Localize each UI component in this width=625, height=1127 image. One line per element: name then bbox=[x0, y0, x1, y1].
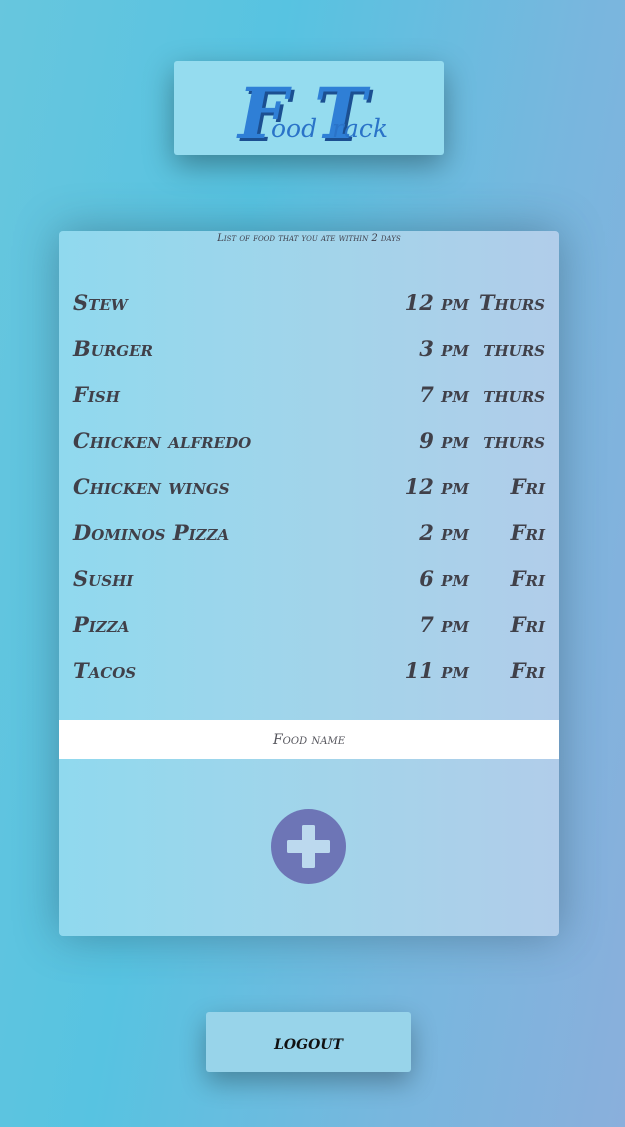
food-list-item: Burger 3 pm thurs bbox=[73, 332, 545, 378]
food-name: Tacos bbox=[73, 658, 137, 683]
logo-word1-rest: ood bbox=[271, 114, 317, 143]
food-time: 2 pm bbox=[419, 520, 469, 545]
food-time: 6 pm bbox=[419, 566, 469, 591]
food-list-item: Sushi 6 pm Fri bbox=[73, 562, 545, 608]
add-food-button[interactable] bbox=[271, 809, 346, 884]
food-list: Stew 12 pm Thurs Burger 3 pm thurs Fish 7 pm thu… bbox=[73, 286, 545, 700]
food-time: 12 pm bbox=[404, 290, 469, 315]
food-day: thurs bbox=[483, 382, 545, 407]
plus-icon bbox=[287, 825, 330, 868]
food-list-item: Fish 7 pm thurs bbox=[73, 378, 545, 424]
food-list-item: Pizza 7 pm Fri bbox=[73, 608, 545, 654]
food-name-input[interactable] bbox=[59, 720, 559, 759]
logout-button[interactable]: logout bbox=[206, 1012, 411, 1072]
food-name: Burger bbox=[73, 336, 154, 361]
food-name: Fish bbox=[73, 382, 120, 407]
food-name: Stew bbox=[73, 290, 128, 315]
food-list-item: Tacos 11 pm Fri bbox=[73, 654, 545, 700]
food-time: 12 pm bbox=[404, 474, 469, 499]
list-caption: List of food that you ate within 2 days bbox=[217, 233, 401, 244]
food-name: Pizza bbox=[73, 612, 130, 637]
food-time: 7 pm bbox=[419, 612, 469, 637]
food-list-card: List of food that you ate within 2 days … bbox=[59, 231, 559, 936]
food-day: Fri bbox=[510, 658, 545, 683]
app-logo: F F ood T T rack bbox=[174, 61, 444, 155]
food-day: Thurs bbox=[478, 290, 545, 315]
food-day: thurs bbox=[483, 428, 545, 453]
food-day: Fri bbox=[510, 474, 545, 499]
food-time: 7 pm bbox=[419, 382, 469, 407]
food-list-item: Dominos Pizza 2 pm Fri bbox=[73, 516, 545, 562]
food-day: Fri bbox=[510, 566, 545, 591]
food-name: Chicken wings bbox=[73, 474, 230, 499]
food-day: Fri bbox=[510, 612, 545, 637]
food-day: thurs bbox=[483, 336, 545, 361]
food-day: Fri bbox=[510, 520, 545, 545]
food-list-item: Stew 12 pm Thurs bbox=[73, 286, 545, 332]
food-list-item: Chicken wings 12 pm Fri bbox=[73, 470, 545, 516]
food-name: Dominos Pizza bbox=[73, 520, 230, 545]
food-track-logo: F F ood T T rack bbox=[236, 72, 388, 155]
food-name: Sushi bbox=[73, 566, 134, 591]
food-time: 3 pm bbox=[419, 336, 469, 361]
food-name: Chicken alfredo bbox=[73, 428, 252, 453]
food-list-item: Chicken alfredo 9 pm thurs bbox=[73, 424, 545, 470]
logo-word2-rest: rack bbox=[332, 114, 388, 143]
food-time: 11 pm bbox=[404, 658, 469, 683]
food-time: 9 pm bbox=[419, 428, 469, 453]
